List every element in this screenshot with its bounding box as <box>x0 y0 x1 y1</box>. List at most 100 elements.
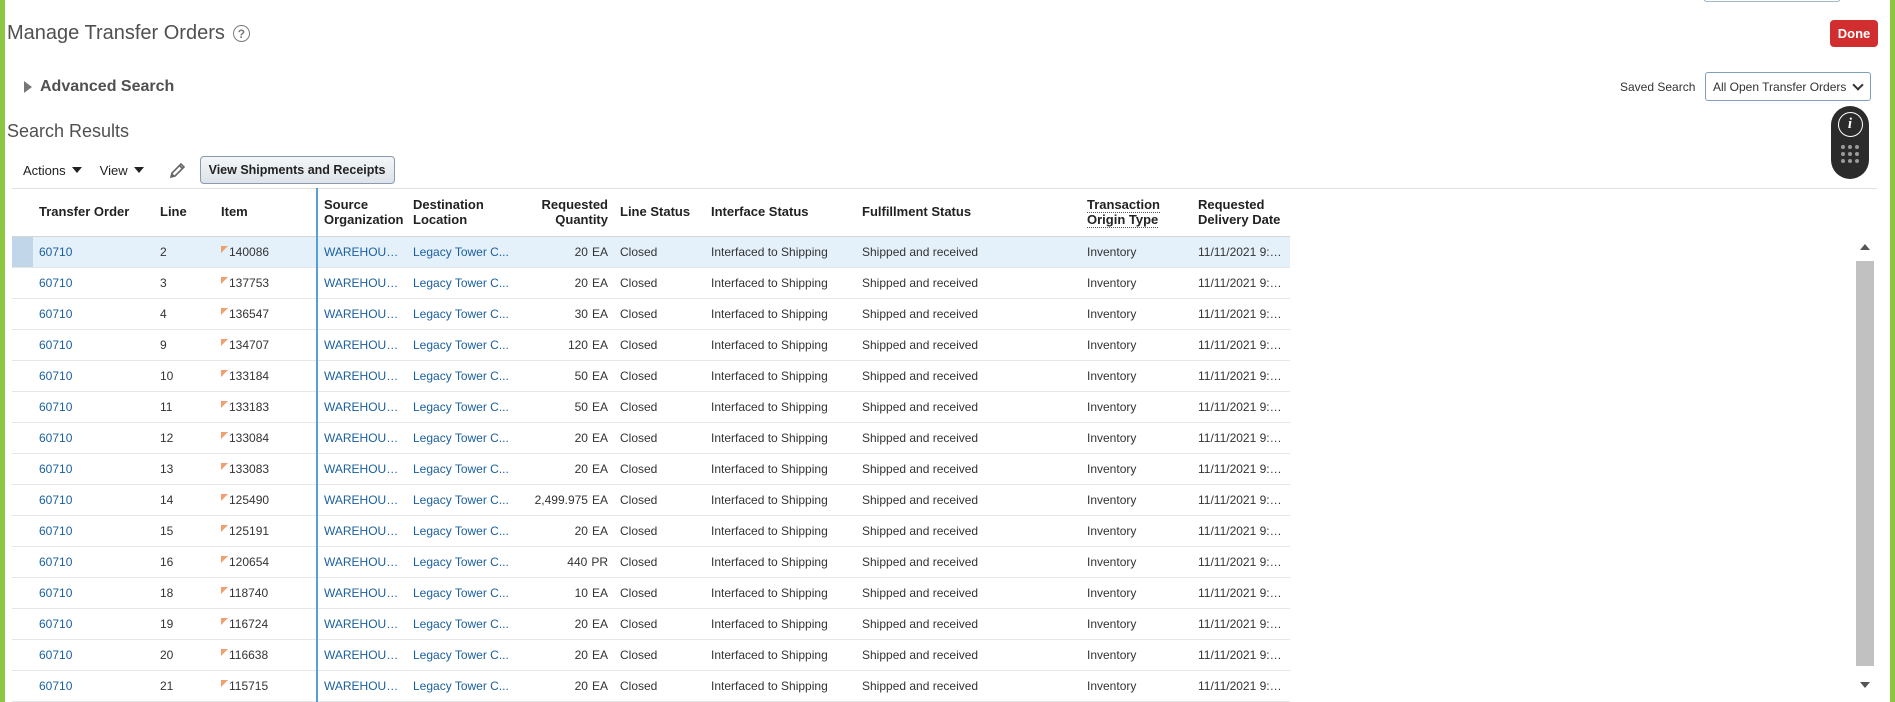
info-widget[interactable]: i <box>1831 106 1869 179</box>
cell-dest-loc[interactable]: Legacy Tower C... <box>407 391 522 423</box>
table-row[interactable]: 60710 21 115715 WAREHOUSE Legacy Tower C... 2… <box>12 670 1290 702</box>
cell-dest-loc[interactable]: Legacy Tower C... <box>407 484 522 516</box>
table-row[interactable]: 60710 9 134707 WAREHOUSE Legacy Tower C... 12… <box>12 329 1290 361</box>
cell-dest-loc[interactable]: Legacy Tower C... <box>407 267 522 299</box>
row-selector[interactable] <box>12 670 33 702</box>
cell-source-org[interactable]: WAREHOUSE <box>316 453 407 485</box>
cell-transfer-order[interactable]: 60710 <box>33 515 154 547</box>
cell-transfer-order[interactable]: 60710 <box>33 577 154 609</box>
column-header-item[interactable]: Item <box>215 188 318 237</box>
cell-dest-loc[interactable]: Legacy Tower C... <box>407 577 522 609</box>
cell-source-org[interactable]: WAREHOUSE <box>316 267 407 299</box>
cell-transfer-order[interactable]: 60710 <box>33 236 154 268</box>
cell-source-org[interactable]: WAREHOUSE <box>316 577 407 609</box>
cell-source-org[interactable]: WAREHOUSE <box>316 608 407 640</box>
cell-dest-loc[interactable]: Legacy Tower C... <box>407 329 522 361</box>
view-menu[interactable]: View <box>100 163 144 178</box>
table-row[interactable]: 60710 16 120654 WAREHOUSE Legacy Tower C... 4… <box>12 546 1290 578</box>
table-row[interactable]: 60710 3 137753 WAREHOUSE Legacy Tower C... 20… <box>12 267 1290 299</box>
top-partial-control[interactable] <box>1703 0 1841 2</box>
cell-transfer-order[interactable]: 60710 <box>33 453 154 485</box>
column-header-source-org[interactable]: Source Organization <box>317 188 407 237</box>
cell-source-org[interactable]: WAREHOUSE <box>316 236 407 268</box>
row-selector[interactable] <box>12 422 33 454</box>
cell-source-org[interactable]: WAREHOUSE <box>316 329 407 361</box>
column-header-origin-type[interactable]: Transaction Origin Type <box>1081 188 1192 237</box>
column-header-line-status[interactable]: Line Status <box>614 188 705 237</box>
cell-dest-loc[interactable]: Legacy Tower C... <box>407 546 522 578</box>
column-header-dest-loc[interactable]: Destination Location <box>407 188 522 237</box>
advanced-search-toggle[interactable]: Advanced Search <box>24 78 174 96</box>
info-icon[interactable]: i <box>1837 112 1863 137</box>
cell-source-org[interactable]: WAREHOUSE <box>316 484 407 516</box>
row-selector[interactable] <box>12 453 33 485</box>
done-button[interactable]: Done <box>1830 20 1878 47</box>
cell-dest-loc[interactable]: Legacy Tower C... <box>407 360 522 392</box>
cell-source-org[interactable]: WAREHOUSE <box>316 298 407 330</box>
row-selector[interactable] <box>12 577 33 609</box>
cell-dest-loc[interactable]: Legacy Tower C... <box>407 639 522 671</box>
scrollbar-thumb[interactable] <box>1856 261 1874 666</box>
table-row[interactable]: 60710 12 133084 WAREHOUSE Legacy Tower C... 2… <box>12 422 1290 454</box>
cell-source-org[interactable]: WAREHOUSE <box>316 360 407 392</box>
pencil-icon[interactable] <box>168 160 188 180</box>
cell-source-org[interactable]: WAREHOUSE <box>316 639 407 671</box>
view-shipments-receipts-button[interactable]: View Shipments and Receipts <box>199 156 395 184</box>
table-row[interactable]: 60710 10 133184 WAREHOUSE Legacy Tower C... 5… <box>12 360 1290 392</box>
cell-transfer-order[interactable]: 60710 <box>33 546 154 578</box>
table-row[interactable]: 60710 20 116638 WAREHOUSE Legacy Tower C... 2… <box>12 639 1290 671</box>
cell-dest-loc[interactable]: Legacy Tower C... <box>407 453 522 485</box>
row-selector[interactable] <box>12 360 33 392</box>
row-selector[interactable] <box>12 391 33 423</box>
cell-dest-loc[interactable]: Legacy Tower C... <box>407 422 522 454</box>
row-selector[interactable] <box>12 267 33 299</box>
cell-transfer-order[interactable]: 60710 <box>33 608 154 640</box>
cell-source-org[interactable]: WAREHOUSE <box>316 391 407 423</box>
table-row[interactable]: 60710 4 136547 WAREHOUSE Legacy Tower C... 30… <box>12 298 1290 330</box>
cell-transfer-order[interactable]: 60710 <box>33 267 154 299</box>
cell-source-org[interactable]: WAREHOUSE <box>316 422 407 454</box>
row-selector[interactable] <box>12 298 33 330</box>
column-header-transfer-order[interactable]: Transfer Order <box>33 188 154 237</box>
column-header-delivery-date[interactable]: Requested Delivery Date <box>1192 188 1290 237</box>
cell-dest-loc[interactable]: Legacy Tower C... <box>407 670 522 702</box>
actions-menu[interactable]: Actions <box>23 163 82 178</box>
cell-transfer-order[interactable]: 60710 <box>33 670 154 702</box>
cell-transfer-order[interactable]: 60710 <box>33 422 154 454</box>
cell-dest-loc[interactable]: Legacy Tower C... <box>407 608 522 640</box>
column-header-interface-status[interactable]: Interface Status <box>705 188 856 237</box>
table-row[interactable]: 60710 2 140086 WAREHOUSE Legacy Tower C... 20… <box>12 236 1290 268</box>
cell-transfer-order[interactable]: 60710 <box>33 298 154 330</box>
cell-transfer-order[interactable]: 60710 <box>33 391 154 423</box>
row-selector[interactable] <box>12 546 33 578</box>
table-row[interactable]: 60710 19 116724 WAREHOUSE Legacy Tower C... 2… <box>12 608 1290 640</box>
table-row[interactable]: 60710 15 125191 WAREHOUSE Legacy Tower C... 2… <box>12 515 1290 547</box>
saved-search-select[interactable]: All Open Transfer Orders <box>1705 72 1871 101</box>
scroll-down-arrow-icon[interactable] <box>1860 682 1870 688</box>
cell-transfer-order[interactable]: 60710 <box>33 484 154 516</box>
row-selector[interactable] <box>12 515 33 547</box>
table-row[interactable]: 60710 11 133183 WAREHOUSE Legacy Tower C... 5… <box>12 391 1290 423</box>
row-selector[interactable] <box>12 484 33 516</box>
cell-dest-loc[interactable]: Legacy Tower C... <box>407 298 522 330</box>
cell-source-org[interactable]: WAREHOUSE <box>316 546 407 578</box>
dots-grid-icon[interactable] <box>1841 145 1859 163</box>
cell-dest-loc[interactable]: Legacy Tower C... <box>407 236 522 268</box>
cell-dest-loc[interactable]: Legacy Tower C... <box>407 515 522 547</box>
cell-transfer-order[interactable]: 60710 <box>33 639 154 671</box>
column-header-line[interactable]: Line <box>154 188 215 237</box>
table-row[interactable]: 60710 14 125490 WAREHOUSE Legacy Tower C... 2… <box>12 484 1290 516</box>
cell-source-org[interactable]: WAREHOUSE <box>316 515 407 547</box>
cell-transfer-order[interactable]: 60710 <box>33 329 154 361</box>
row-selector[interactable] <box>12 236 33 268</box>
cell-source-org[interactable]: WAREHOUSE <box>316 670 407 702</box>
vertical-scrollbar[interactable] <box>1855 236 1875 694</box>
table-row[interactable]: 60710 13 133083 WAREHOUSE Legacy Tower C... 2… <box>12 453 1290 485</box>
row-selector[interactable] <box>12 329 33 361</box>
column-header-fulfillment-status[interactable]: Fulfillment Status <box>856 188 1081 237</box>
cell-transfer-order[interactable]: 60710 <box>33 360 154 392</box>
table-row[interactable]: 60710 18 118740 WAREHOUSE Legacy Tower C... 1… <box>12 577 1290 609</box>
row-selector[interactable] <box>12 639 33 671</box>
row-selector[interactable] <box>12 608 33 640</box>
scroll-up-arrow-icon[interactable] <box>1860 244 1870 250</box>
